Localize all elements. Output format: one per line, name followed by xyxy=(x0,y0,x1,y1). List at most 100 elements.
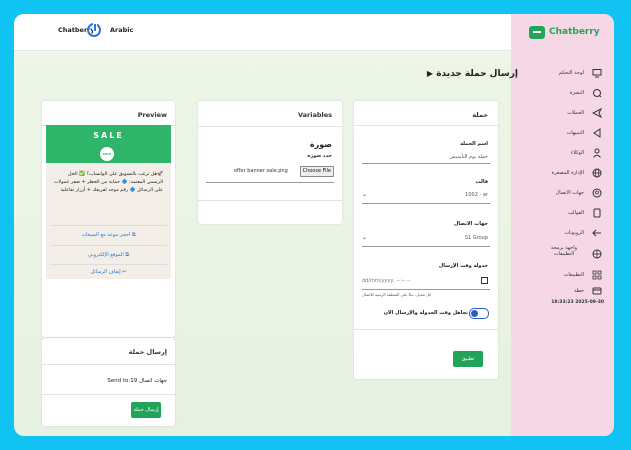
reply-icon: ↩ xyxy=(120,269,127,275)
calendar-icon xyxy=(481,277,488,284)
select-underline xyxy=(362,246,490,247)
sidebar-item-agents[interactable]: الوكلاء xyxy=(516,148,606,160)
card-divider xyxy=(42,394,175,395)
file-underline xyxy=(206,182,334,183)
message-bubble: 🚀هل ترغب بالتسويق على الواتساب؟ ✅ الحل ا… xyxy=(46,163,171,279)
sidebar-item-label: الإدارة المصغرة xyxy=(551,170,584,176)
link-website[interactable]: ⧉ الموقع الإلكتروني xyxy=(46,252,171,258)
language-switch[interactable]: Arabic xyxy=(110,26,133,34)
sidebar-item-label: التطبيقات xyxy=(563,272,584,278)
campaign-form-card: حملة اسم الحملة حملة يوم التأسيس قالب 10… xyxy=(354,101,498,379)
card-divider xyxy=(354,125,498,126)
sidebar-item-templates[interactable]: القوالب xyxy=(516,208,606,220)
sidebar-item-label: الحملات xyxy=(567,110,584,116)
card-divider xyxy=(42,364,175,365)
bubble-divider xyxy=(50,225,167,226)
schedule-placeholder: dd/mm/yyyy, --:-- -- xyxy=(362,278,411,284)
power-icon[interactable] xyxy=(87,23,101,37)
image-heading: صورة xyxy=(309,140,332,149)
template-label: قالب xyxy=(475,179,488,185)
contacts-select[interactable]: S1 Group ⌄ xyxy=(362,232,490,244)
page-title: إرسال حملة جديدة ▶ xyxy=(427,69,518,79)
send-campaign-card: إرسال حملة Send to:19 جهات اتصال إرسال ح… xyxy=(42,338,175,426)
card-divider xyxy=(354,329,498,330)
chat-logo-icon xyxy=(529,26,545,39)
link-label: احجز موعد مع المبيعات xyxy=(81,232,131,238)
sidebar-item-label: خطة xyxy=(574,288,584,294)
external-link-icon: ⧉ xyxy=(123,252,129,258)
link-book-meeting[interactable]: ⧉ احجز موعد مع المبيعات xyxy=(46,232,171,238)
skip-schedule-toggle[interactable] xyxy=(469,308,489,319)
sidebar-item-plan[interactable]: خطة xyxy=(516,286,606,298)
search-icon xyxy=(593,89,602,98)
sidebar-item-campaigns[interactable]: الحملات xyxy=(516,108,606,120)
link-stop-messages[interactable]: ↩ إيقاف الرسائل xyxy=(46,269,171,275)
timestamp: 18:33:23 2025-09-30 xyxy=(551,300,604,305)
arrow-left-icon xyxy=(592,229,601,237)
template-value: 1002 - ar xyxy=(465,192,488,198)
schedule-input[interactable]: dd/mm/yyyy, --:-- -- xyxy=(362,275,490,287)
sidebar-item-label: جهات الاتصال xyxy=(555,190,584,196)
link-label: الموقع الإلكتروني xyxy=(88,252,124,258)
api-globe-icon xyxy=(592,249,602,259)
flag-icon: ▶ xyxy=(426,69,434,78)
top-bar: Chatberry Arabic xyxy=(14,14,511,51)
variables-card: Variables صورة حدد صورة offer banner sal… xyxy=(198,101,342,224)
schedule-hint: اتل تعديل، بناءً على المنطقة الزمنية للا… xyxy=(362,292,432,297)
bubble-divider xyxy=(50,245,167,246)
screen-frame: Chatberry Arabic Chatberry لوحة التحكم ا… xyxy=(0,0,631,450)
sidebar-item-mini-admin[interactable]: الإدارة المصغرة xyxy=(516,168,606,180)
contacts-label: جهات الاتصال xyxy=(453,221,488,227)
globe-icon xyxy=(592,168,602,178)
logo[interactable]: Chatberry xyxy=(529,25,600,41)
campaign-name-label: اسم الحملة xyxy=(460,141,488,147)
input-underline xyxy=(362,163,490,164)
banner-text: SALE xyxy=(93,131,124,140)
apps-icon xyxy=(592,270,602,280)
send-to-text: Send to:19 جهات اتصال xyxy=(107,378,167,384)
message-text: 🚀هل ترغب بالتسويق على الواتساب؟ ✅ الحل ا… xyxy=(54,172,163,193)
user-icon xyxy=(593,148,601,158)
sidebar-item-api[interactable]: واجهة برمجة التطبيقات xyxy=(516,245,606,263)
preview-title: Preview xyxy=(137,111,167,119)
send-icon xyxy=(592,108,602,118)
sidebar-item-label: النشرة xyxy=(569,90,584,96)
sidebar-item-label: التنبيهات xyxy=(566,130,584,136)
sidebar-item-label: القوالب xyxy=(568,210,584,216)
date-underline xyxy=(362,289,490,290)
triangle-left-icon xyxy=(593,128,601,138)
chevron-down-icon: ⌄ xyxy=(362,234,368,241)
template-icon xyxy=(593,208,601,218)
toggle-label: تجاهل وقت الجدولة والإرسال الآن xyxy=(383,310,468,316)
logo-text: Chatberry xyxy=(549,27,600,37)
sidebar-item-alerts[interactable]: التنبيهات xyxy=(516,128,606,140)
monitor-icon xyxy=(592,69,602,78)
select-underline xyxy=(362,203,490,204)
sidebar-item-bots[interactable]: الروبوتات xyxy=(516,228,606,240)
template-select[interactable]: 1002 - ar ⌄ xyxy=(362,189,490,201)
chevron-down-icon: ⌄ xyxy=(362,191,368,198)
variables-title: Variables xyxy=(297,111,332,119)
image-sublabel: حدد صورة xyxy=(307,153,332,159)
campaign-name-input[interactable]: حملة يوم التأسيس xyxy=(449,154,488,160)
file-input[interactable]: offer banner sale.png Choose File xyxy=(234,166,334,177)
contacts-value: S1 Group xyxy=(464,235,488,241)
sidebar-item-apps[interactable]: التطبيقات xyxy=(516,270,606,282)
sidebar-item-dashboard[interactable]: لوحة التحكم xyxy=(516,68,606,80)
preview-card: Preview SALE SALE 🚀هل ترغب بالتسويق على … xyxy=(42,101,175,337)
campaign-card-title: حملة xyxy=(472,111,488,119)
apply-button[interactable]: تطبيق xyxy=(453,351,483,367)
contact-icon xyxy=(592,188,602,198)
sidebar-item-newsletter[interactable]: النشرة xyxy=(516,88,606,100)
sidebar-item-contacts[interactable]: جهات الاتصال xyxy=(516,188,606,200)
card-divider xyxy=(198,126,342,127)
sidebar-item-label: الوكلاء xyxy=(570,150,584,156)
toggle-knob xyxy=(471,310,478,317)
sidebar: Chatberry لوحة التحكم النشرة الحملات الت… xyxy=(511,14,614,436)
app-screen: Chatberry Arabic Chatberry لوحة التحكم ا… xyxy=(14,14,614,436)
send-card-title: إرسال حملة xyxy=(128,348,167,356)
send-campaign-button[interactable]: إرسال حملة xyxy=(131,402,161,418)
link-label: إيقاف الرسائل xyxy=(90,269,121,275)
sidebar-item-label: الروبوتات xyxy=(564,230,584,236)
choose-file-button[interactable]: Choose File xyxy=(299,166,334,177)
